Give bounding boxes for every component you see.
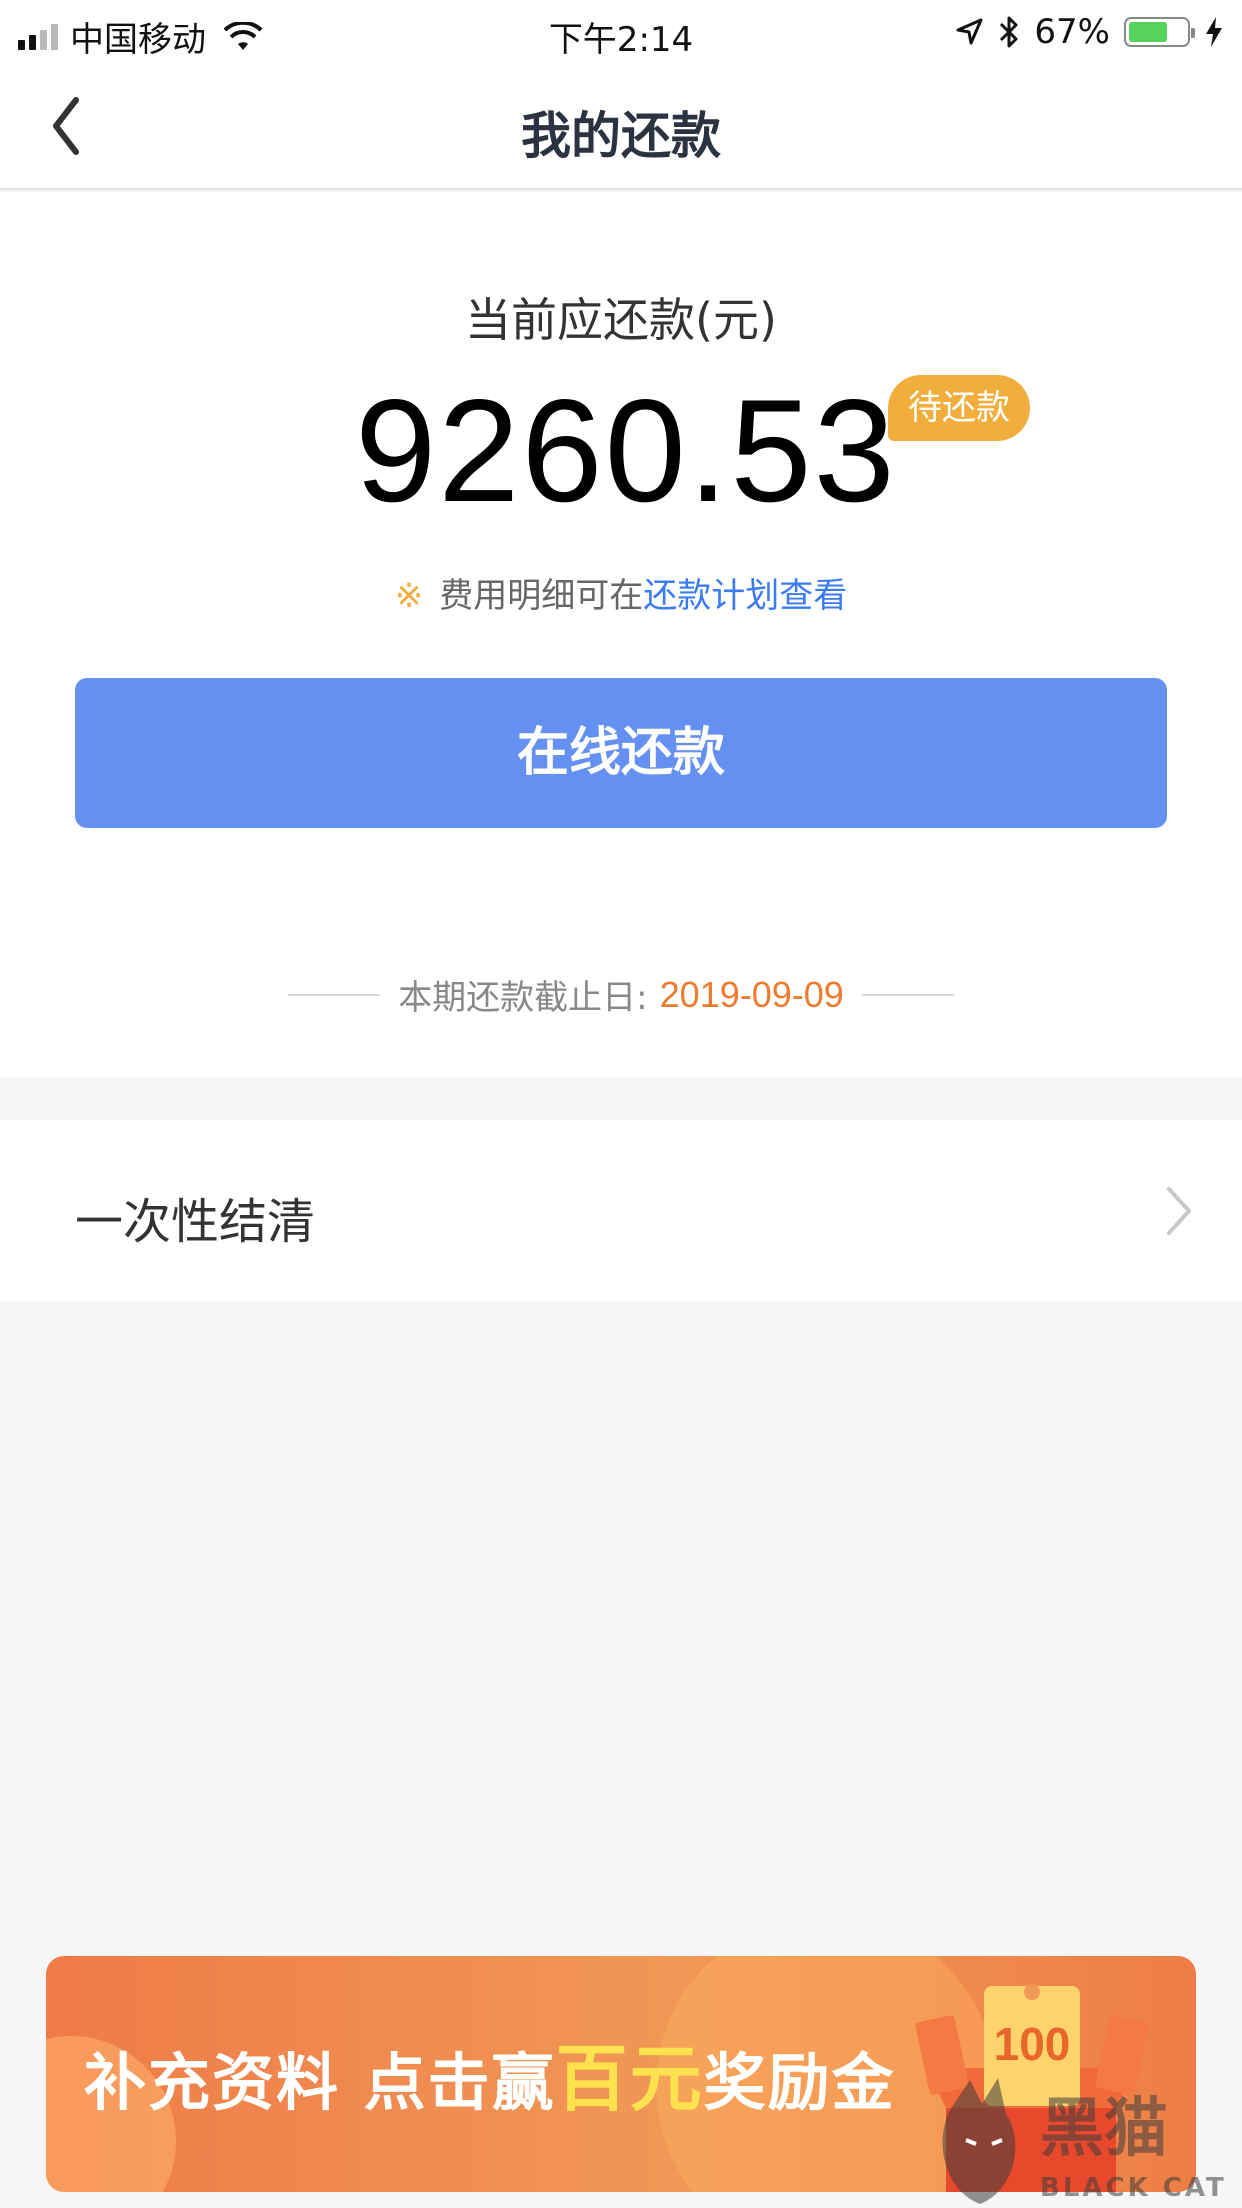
bluetooth-icon: [1000, 16, 1018, 48]
repayment-page: 中国移动 下午2:14 67% 我的还款 当前应还款(元) 9260.53 待还…: [0, 0, 1242, 2208]
note-mark-icon: ※: [394, 576, 424, 616]
battery-fill: [1129, 22, 1167, 42]
banner-text-part2: 奖励金: [703, 2046, 896, 2119]
page-title: 我的还款: [521, 107, 721, 165]
banner-highlight: 百元: [555, 2037, 704, 2121]
chevron-right-icon: [1167, 1187, 1191, 1235]
divider-left: [288, 993, 381, 996]
settle-all-row[interactable]: 一次性结清: [0, 1120, 1242, 1302]
watermark-text: 黑猫: [1040, 2092, 1168, 2166]
watermark-subtext: BLACK CAT: [1040, 2173, 1227, 2203]
banner-text-part1: 补充资料 点击赢: [84, 2046, 556, 2119]
note-text: 费用明细可在: [439, 576, 644, 616]
charging-bolt-icon: [1206, 17, 1222, 47]
status-bar: 中国移动 下午2:14 67%: [0, 0, 1242, 62]
fee-detail-note: ※ 费用明细可在还款计划查看: [0, 568, 1242, 617]
amount-label: 当前应还款(元): [465, 293, 777, 347]
gift-amount: 100: [994, 2018, 1071, 2070]
battery-percent: 67%: [1034, 12, 1110, 52]
location-arrow-icon: [956, 18, 983, 45]
black-cat-watermark-logo: 黑猫 BLACK CAT: [942, 2078, 1227, 2204]
divider-right: [861, 993, 954, 996]
status-badge: 待还款: [888, 375, 1030, 441]
amount-due: 9260.53: [355, 369, 897, 532]
deadline-label: 本期还款截止日:: [398, 978, 648, 1018]
battery-icon: [1124, 17, 1195, 47]
banner-text: 补充资料 点击赢百元奖励金: [84, 2020, 896, 2125]
status-bar-right: 67%: [954, 12, 1224, 52]
nav-bar: 我的还款: [0, 62, 1242, 190]
deadline-row: 本期还款截止日: 2019-09-09: [0, 970, 1242, 1019]
settle-all-label: 一次性结清: [75, 1194, 316, 1250]
repayment-plan-link[interactable]: 还款计划查看: [643, 576, 847, 616]
pay-online-button[interactable]: 在线还款: [75, 678, 1167, 828]
repayment-summary-card: 当前应还款(元) 9260.53 待还款 ※ 费用明细可在还款计划查看 在线还款 …: [0, 192, 1242, 1078]
deadline-date: 2019-09-09: [659, 973, 844, 1015]
